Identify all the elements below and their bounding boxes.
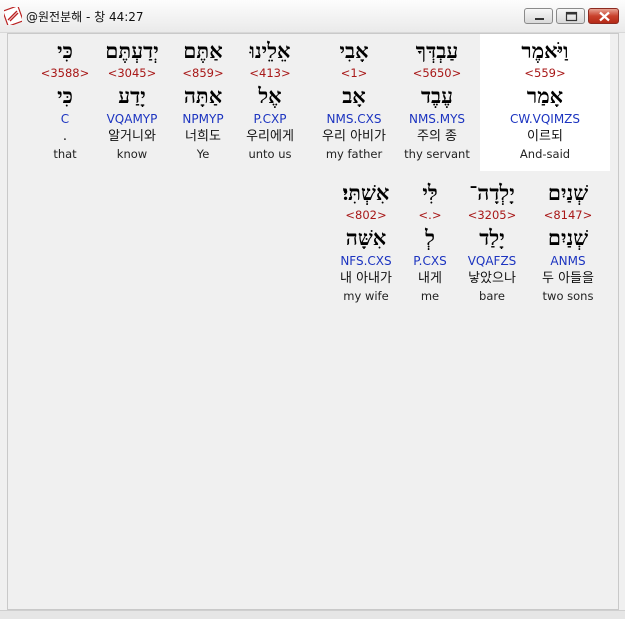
minimize-button[interactable] (524, 8, 553, 24)
app-icon[interactable] (1, 4, 25, 28)
hebrew-word: עַבְדְּךָ (415, 38, 459, 63)
strong-number[interactable]: <1> (314, 64, 394, 82)
korean-gloss: 너희도 (185, 129, 221, 144)
strong-number[interactable]: <859> (163, 64, 243, 82)
word-2[interactable]: אָבִי <1> אָב NMS.CXS 우리 아비가 my father (314, 38, 394, 162)
english-gloss: And-said (519, 147, 571, 161)
english-gloss: my father (325, 147, 383, 161)
english-gloss: two sons (542, 289, 594, 303)
lemma-word: אִשָּׁה (345, 225, 387, 250)
parsing-code: NMS.CXS (326, 112, 382, 126)
strong-number[interactable]: <559> (505, 64, 585, 82)
parsing-code: CW.VQIMZS (509, 112, 581, 126)
word-4[interactable]: אַתֶּם <859> אַתָּה NPMYP 너희도 Ye (163, 38, 243, 162)
hebrew-word: כִּי (57, 38, 73, 63)
korean-gloss: . (62, 129, 68, 144)
korean-gloss: 두 아들을 (542, 271, 594, 286)
word-10[interactable]: אִשְׁתִּי׃ <802> אִשָּׁה NFS.CXS 내 아내가 m… (326, 180, 406, 304)
strong-number[interactable]: <3588> (25, 64, 105, 82)
lemma-word: אַתָּה (183, 83, 223, 108)
parsing-code: NPMYP (182, 112, 224, 126)
hebrew-word: אַתֶּם (183, 38, 223, 63)
hebrew-word: וַיֹּאמֶר (521, 38, 569, 63)
maximize-button[interactable] (556, 8, 585, 24)
maximize-icon (565, 11, 578, 22)
hebrew-word: שְׁנַיִם (547, 180, 589, 205)
parsing-code: C (60, 112, 70, 126)
strong-number[interactable]: <802> (326, 206, 406, 224)
parsing-code: ANMS (550, 254, 586, 268)
korean-gloss: 주의 종 (416, 129, 457, 144)
korean-gloss: 이르되 (527, 129, 563, 144)
close-icon (599, 11, 610, 22)
strong-number[interactable]: <8147> (528, 206, 608, 224)
lemma-word: כִּי (57, 83, 73, 108)
word-6[interactable]: כִּי <3588> כִּי C . that (25, 38, 105, 162)
interlinear-panel[interactable]: וַיֹּאמֶר <559> אָמַר CW.VQIMZS 이르되 And-… (7, 33, 619, 610)
lemma-word: עֶבֶד (420, 83, 454, 108)
title-bar[interactable]: @원전분해 - 창 44:27 (0, 0, 625, 33)
word-0[interactable]: וַיֹּאמֶר <559> אָמַר CW.VQIMZS 이르되 And-… (505, 38, 585, 162)
lemma-word: שְׁנַיִם (547, 225, 589, 250)
window-title: @원전분해 - 창 44:27 (26, 10, 144, 24)
strong-number[interactable]: <5650> (397, 64, 477, 82)
hebrew-word: אִשְׁתִּי׃ (342, 180, 390, 205)
lemma-word: אָמַר (526, 83, 564, 108)
english-gloss: thy servant (404, 147, 470, 161)
korean-gloss: 우리 아비가 (322, 129, 386, 144)
english-gloss: Ye (196, 147, 210, 161)
close-button[interactable] (588, 8, 619, 24)
parsing-code: NFS.CXS (340, 254, 392, 268)
lemma-word: אָב (342, 83, 366, 108)
english-gloss: that (53, 147, 77, 161)
minimize-icon (535, 18, 544, 20)
word-1[interactable]: עַבְדְּךָ <5650> עֶבֶד NMS.MYS 주의 종 thy … (397, 38, 477, 162)
parsing-code: NMS.MYS (408, 112, 466, 126)
word-7[interactable]: שְׁנַיִם <8147> שְׁנַיִם ANMS 두 아들을 two … (528, 180, 608, 304)
korean-gloss: 내 아내가 (340, 271, 392, 286)
english-gloss: my wife (343, 289, 389, 303)
hebrew-word: אָבִי (339, 38, 369, 63)
app-window: @원전분해 - 창 44:27 וַיֹּאמֶר <559> אָמַר CW… (0, 0, 625, 619)
